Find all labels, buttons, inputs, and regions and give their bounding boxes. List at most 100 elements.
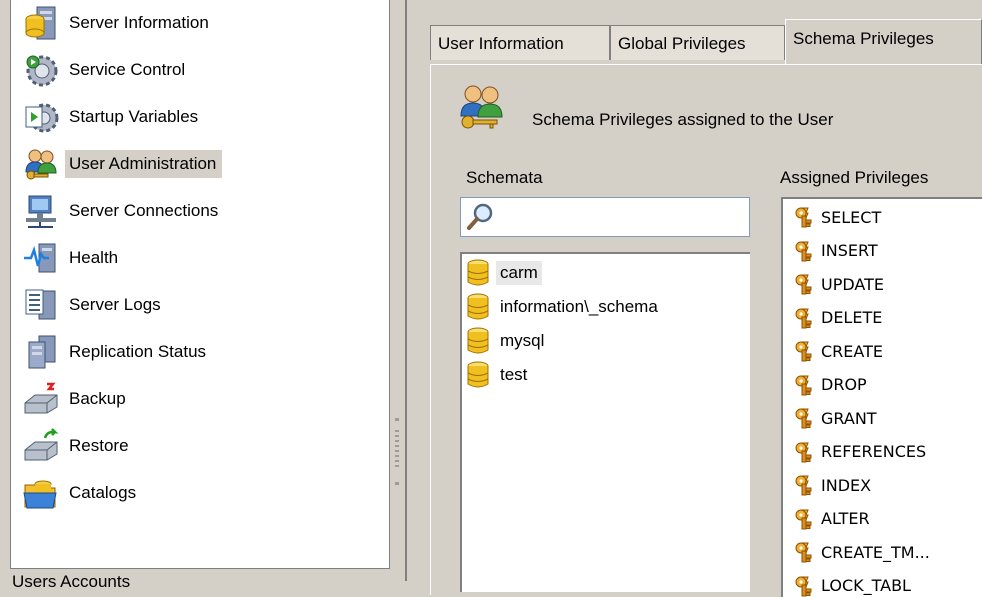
admin-nav-panel: Server Information Service Control Start… <box>10 0 390 569</box>
privilege-item[interactable]: INDEX <box>793 470 871 500</box>
nav-item-health[interactable]: Health <box>23 240 124 276</box>
assigned-privileges-label: Assigned Privileges <box>780 168 928 188</box>
key-icon <box>793 339 817 363</box>
privilege-item[interactable]: SELECT <box>793 202 881 232</box>
backup-drive-icon <box>23 381 59 417</box>
schemata-label: Schemata <box>466 168 543 188</box>
nav-item-catalogs[interactable]: Catalogs <box>23 475 142 511</box>
folder-database-icon <box>23 475 59 511</box>
tab-label: Global Privileges <box>618 34 746 53</box>
nav-item-service-control[interactable]: Service Control <box>23 52 191 88</box>
schema-item-test[interactable]: test <box>466 360 531 390</box>
nav-item-replication-status[interactable]: Replication Status <box>23 334 212 370</box>
users-icon <box>23 146 59 182</box>
database-icon <box>466 361 490 389</box>
database-icon <box>466 293 490 321</box>
privilege-item[interactable]: LOCK_TABL <box>793 571 911 597</box>
privilege-item[interactable]: ALTER <box>793 504 870 534</box>
privilege-item[interactable]: DELETE <box>793 303 882 333</box>
schema-item-information-schema[interactable]: information\_schema <box>466 292 662 322</box>
restore-drive-icon <box>23 428 59 464</box>
splitter-grip-arrow-icon <box>395 482 399 485</box>
key-icon <box>793 272 817 296</box>
privilege-label: CREATE_TM... <box>821 543 930 562</box>
schema-label: test <box>496 363 531 387</box>
schema-label: carm <box>496 261 542 285</box>
tab-schema-privileges[interactable]: Schema Privileges <box>785 19 982 65</box>
nav-item-user-administration[interactable]: User Administration <box>23 146 222 182</box>
privilege-item[interactable]: DROP <box>793 370 867 400</box>
nav-label: Health <box>65 244 124 272</box>
privilege-label: GRANT <box>821 409 877 428</box>
users-accounts-label: Users Accounts <box>12 572 130 592</box>
users-key-icon <box>458 82 506 130</box>
privilege-label: INDEX <box>821 476 871 495</box>
splitter-grip-dots-icon <box>395 430 399 470</box>
key-icon <box>793 306 817 330</box>
privilege-label: ALTER <box>821 509 870 528</box>
settings-gear-icon <box>23 99 59 135</box>
schema-label: information\_schema <box>496 295 662 319</box>
schema-label: mysql <box>496 329 548 353</box>
replication-servers-icon <box>23 334 59 370</box>
nav-label: Server Logs <box>65 291 167 319</box>
nav-label: Backup <box>65 385 132 413</box>
tab-user-information[interactable]: User Information <box>430 25 610 60</box>
nav-label: Catalogs <box>65 479 142 507</box>
nav-label: Server Connections <box>65 197 224 225</box>
privilege-item[interactable]: CREATE <box>793 336 883 366</box>
nav-label: User Administration <box>65 150 222 178</box>
schema-search-box[interactable] <box>460 197 750 237</box>
network-computer-icon <box>23 193 59 229</box>
privilege-label: DROP <box>821 375 867 394</box>
privilege-label: UPDATE <box>821 275 884 294</box>
panel-header-text: Schema Privileges assigned to the User <box>532 110 833 130</box>
nav-label: Service Control <box>65 56 191 84</box>
database-icon <box>466 259 490 287</box>
privilege-item[interactable]: GRANT <box>793 403 877 433</box>
privilege-label: DELETE <box>821 308 882 327</box>
privilege-item[interactable]: INSERT <box>793 236 878 266</box>
nav-item-backup[interactable]: Backup <box>23 381 132 417</box>
nav-item-startup-variables[interactable]: Startup Variables <box>23 99 204 135</box>
privilege-item[interactable]: UPDATE <box>793 269 884 299</box>
heartbeat-icon <box>23 240 59 276</box>
nav-item-server-information[interactable]: Server Information <box>23 5 215 41</box>
tab-label: User Information <box>438 34 564 53</box>
nav-item-server-logs[interactable]: Server Logs <box>23 287 167 323</box>
nav-label: Server Information <box>65 9 215 37</box>
assigned-privileges-list[interactable]: SELECT INSERT UPDATE DELETE CREATE DROP GRANT R… <box>781 197 982 597</box>
nav-label: Replication Status <box>65 338 212 366</box>
key-icon <box>793 373 817 397</box>
privilege-label: INSERT <box>821 241 878 260</box>
database-icon <box>466 327 490 355</box>
privilege-label: LOCK_TABL <box>821 576 911 595</box>
nav-label: Restore <box>65 432 135 460</box>
key-icon <box>793 473 817 497</box>
schema-item-mysql[interactable]: mysql <box>466 326 548 356</box>
panel-divider <box>405 0 407 581</box>
tab-global-privileges[interactable]: Global Privileges <box>610 25 785 60</box>
schema-search-input[interactable] <box>497 204 747 232</box>
key-icon <box>793 406 817 430</box>
nav-item-server-connections[interactable]: Server Connections <box>23 193 224 229</box>
tab-label: Schema Privileges <box>793 29 934 48</box>
gear-icon <box>23 52 59 88</box>
privilege-item[interactable]: CREATE_TM... <box>793 537 930 567</box>
privilege-item[interactable]: REFERENCES <box>793 437 926 467</box>
nav-item-restore[interactable]: Restore <box>23 428 135 464</box>
key-icon <box>793 205 817 229</box>
nav-label: Startup Variables <box>65 103 204 131</box>
schema-list[interactable]: carm information\_schema mysql test <box>460 252 750 592</box>
key-icon <box>793 507 817 531</box>
panel-splitter[interactable] <box>391 0 405 581</box>
splitter-grip-arrow-icon <box>395 418 399 421</box>
privilege-label: REFERENCES <box>821 442 926 461</box>
key-icon <box>793 540 817 564</box>
privilege-label: CREATE <box>821 342 883 361</box>
key-icon <box>793 239 817 263</box>
log-list-icon <box>23 287 59 323</box>
privilege-label: SELECT <box>821 208 881 227</box>
database-server-icon <box>23 5 59 41</box>
schema-item-carm[interactable]: carm <box>466 258 542 288</box>
